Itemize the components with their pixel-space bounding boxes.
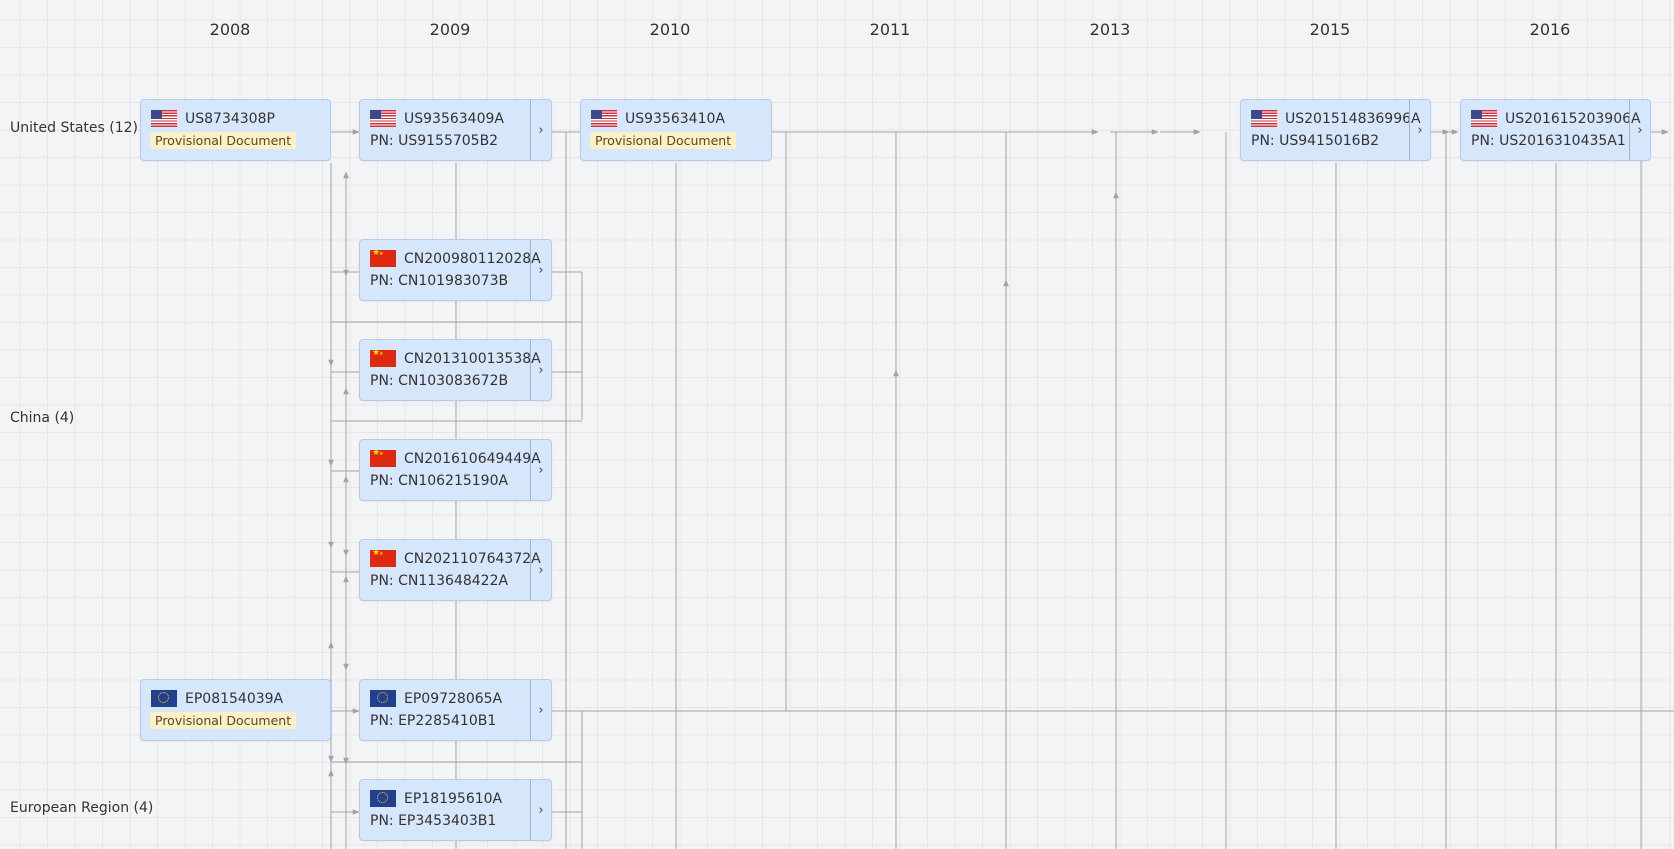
expand-chevron-icon[interactable]: › <box>530 340 551 400</box>
cn-flag-icon <box>370 550 396 567</box>
us-flag-icon <box>151 110 177 127</box>
patent-card-cn200980112028a[interactable]: CN200980112028A PN: CN101983073B › <box>359 239 552 301</box>
patent-card-cn202110764372a[interactable]: CN202110764372A PN: CN113648422A › <box>359 539 552 601</box>
expand-chevron-icon[interactable]: › <box>530 440 551 500</box>
application-number: US8734308P <box>185 110 275 127</box>
eu-flag-icon <box>151 690 177 707</box>
eu-flag-icon <box>370 790 396 807</box>
expand-chevron-icon[interactable]: › <box>1629 100 1650 160</box>
patent-card-us201615203906a[interactable]: US201615203906A PN: US2016310435A1 › <box>1460 99 1651 161</box>
publication-number: PN: US2016310435A1 <box>1471 133 1626 149</box>
application-number: CN201310013538A <box>404 350 541 367</box>
application-number: US93563410A <box>625 110 725 127</box>
application-number: EP09728065A <box>404 690 503 707</box>
patent-card-ep18195610a[interactable]: EP18195610A PN: EP3453403B1 › <box>359 779 552 841</box>
application-number: CN201610649449A <box>404 450 541 467</box>
expand-chevron-icon[interactable]: › <box>1409 100 1430 160</box>
publication-number: PN: CN113648422A <box>370 573 509 589</box>
us-flag-icon <box>591 110 617 127</box>
patent-card-us93563409a[interactable]: US93563409A PN: US9155705B2 › <box>359 99 552 161</box>
patent-card-us93563410a[interactable]: US93563410A Provisional Document <box>580 99 772 161</box>
cn-flag-icon <box>370 450 396 467</box>
publication-number: PN: CN106215190A <box>370 473 509 489</box>
application-number: US93563409A <box>404 110 504 127</box>
provisional-badge: Provisional Document <box>150 712 297 729</box>
publication-number: PN: EP2285410B1 <box>370 713 497 729</box>
patent-card-ep09728065a[interactable]: EP09728065A PN: EP2285410B1 › <box>359 679 552 741</box>
patent-card-ep08154039a[interactable]: EP08154039A Provisional Document <box>140 679 331 741</box>
application-number: EP18195610A <box>404 790 503 807</box>
provisional-badge: Provisional Document <box>590 132 737 149</box>
us-flag-icon <box>370 110 396 127</box>
publication-number: PN: EP3453403B1 <box>370 813 497 829</box>
expand-chevron-icon[interactable]: › <box>530 240 551 300</box>
application-number: EP08154039A <box>185 690 284 707</box>
eu-flag-icon <box>370 690 396 707</box>
patent-card-us201514836996a[interactable]: US201514836996A PN: US9415016B2 › <box>1240 99 1431 161</box>
publication-number: PN: US9155705B2 <box>370 133 499 149</box>
application-number: US201615203906A <box>1505 110 1641 127</box>
patent-card-cn201310013538a[interactable]: CN201310013538A PN: CN103083672B › <box>359 339 552 401</box>
expand-chevron-icon[interactable]: › <box>530 680 551 740</box>
application-number: US201514836996A <box>1285 110 1421 127</box>
expand-chevron-icon[interactable]: › <box>530 100 551 160</box>
expand-chevron-icon[interactable]: › <box>530 780 551 840</box>
cn-flag-icon <box>370 250 396 267</box>
patent-card-cn201610649449a[interactable]: CN201610649449A PN: CN106215190A › <box>359 439 552 501</box>
application-number: CN200980112028A <box>404 250 541 267</box>
us-flag-icon <box>1251 110 1277 127</box>
publication-number: PN: CN101983073B <box>370 273 509 289</box>
provisional-badge: Provisional Document <box>150 132 297 149</box>
application-number: CN202110764372A <box>404 550 541 567</box>
us-flag-icon <box>1471 110 1497 127</box>
patent-card-us8734308p[interactable]: US8734308P Provisional Document <box>140 99 331 161</box>
expand-chevron-icon[interactable]: › <box>530 540 551 600</box>
cn-flag-icon <box>370 350 396 367</box>
publication-number: PN: US9415016B2 <box>1251 133 1380 149</box>
publication-number: PN: CN103083672B <box>370 373 509 389</box>
